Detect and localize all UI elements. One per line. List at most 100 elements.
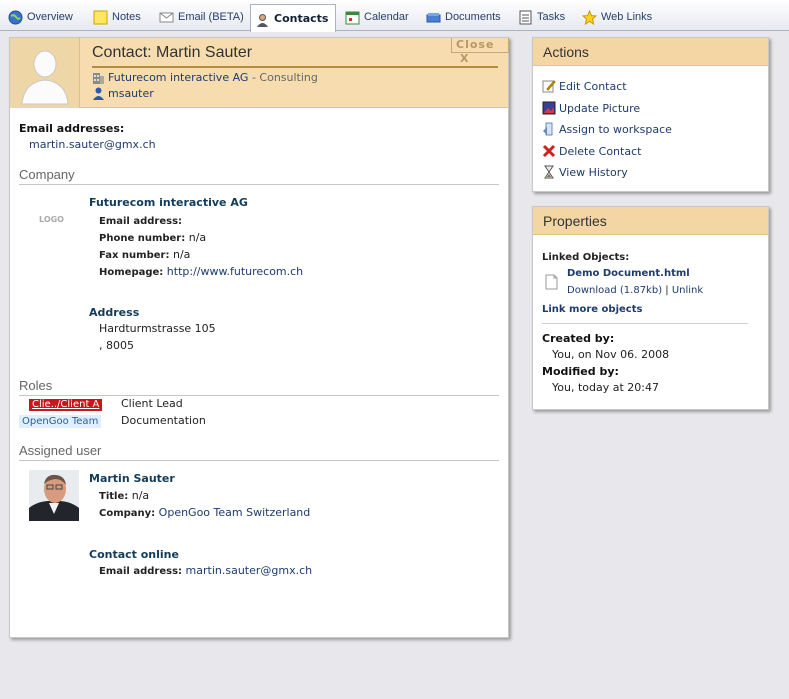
tab-label: Calendar	[364, 11, 409, 23]
company-homepage-link[interactable]: http://www.futurecom.ch	[167, 265, 303, 278]
action-label: Delete Contact	[559, 145, 642, 158]
role-client-lead: Client Lead	[121, 397, 183, 410]
company-logo: LOGO	[39, 215, 64, 224]
delete-contact-action[interactable]: Delete Contact	[542, 144, 642, 159]
assigned-user-company-label: Company:	[99, 508, 156, 519]
created-by-label: Created by:	[542, 332, 615, 345]
close-label: Close	[456, 38, 495, 51]
contact-header: Contact: Martin Sauter Close X Futurecom…	[10, 38, 509, 108]
tab-notes[interactable]: Notes	[89, 4, 149, 31]
documents-icon	[426, 9, 441, 24]
actions-title: Actions	[533, 38, 768, 66]
assigned-user-email-link[interactable]: martin.sauter@gmx.ch	[186, 564, 313, 577]
tab-overview[interactable]: Overview	[4, 4, 82, 31]
tab-web-links[interactable]: Web Links	[578, 4, 653, 31]
actions-panel: Actions Edit Contact Update Picture Assi…	[532, 37, 769, 192]
tab-email[interactable]: Email (BETA)	[155, 4, 245, 31]
assigned-user-company-link[interactable]: OpenGoo Team Switzerland	[159, 506, 311, 519]
building-icon	[92, 71, 105, 84]
assigned-user-title-label: Title:	[99, 491, 129, 502]
unlink-link[interactable]: Unlink	[672, 285, 703, 296]
close-icon: X	[460, 52, 470, 65]
company-phone-label: Phone number:	[99, 233, 186, 244]
tab-label: Notes	[112, 11, 141, 23]
star-icon	[581, 9, 598, 25]
picture-icon	[542, 101, 556, 115]
tab-label: Email (BETA)	[178, 11, 244, 23]
address-title: Address	[89, 306, 140, 319]
contact-panel: Contact: Martin Sauter Close X Futurecom…	[9, 37, 509, 638]
close-button[interactable]: Close X	[451, 38, 509, 65]
linked-document-link[interactable]: Demo Document.html	[567, 268, 690, 279]
edit-icon	[542, 79, 556, 93]
properties-title: Properties	[533, 207, 768, 235]
default-person-icon	[21, 50, 69, 105]
assigned-user-company-row: Company: OpenGoo Team Switzerland	[99, 506, 310, 519]
created-by-value: You, on Nov 06. 2008	[552, 348, 670, 361]
assigned-user-title-row: Title: n/a	[99, 489, 149, 502]
user-icon	[92, 87, 105, 100]
edit-contact-action[interactable]: Edit Contact	[542, 80, 627, 94]
tab-label: Overview	[27, 11, 73, 23]
globe-icon	[8, 9, 23, 25]
address-city-zip: , 8005	[99, 339, 134, 352]
tab-label: Contacts	[274, 12, 329, 25]
company-phone-row: Phone number: n/a	[99, 231, 206, 244]
role-tag-client[interactable]: Clie../Client A	[29, 399, 103, 411]
company-link[interactable]: Futurecom interactive AG	[108, 71, 248, 84]
tab-contacts[interactable]: Contacts	[250, 4, 336, 32]
assign-workspace-action[interactable]: Assign to workspace	[542, 122, 672, 137]
tab-documents[interactable]: Documents	[422, 4, 502, 31]
action-label: Edit Contact	[559, 80, 627, 93]
properties-panel: Properties Linked Objects: Demo Document…	[532, 206, 769, 410]
assigned-user-title-value: n/a	[131, 489, 150, 502]
calendar-icon	[345, 9, 360, 25]
assigned-user-name: Martin Sauter	[89, 472, 175, 485]
assigned-user-email-row: Email address: martin.sauter@gmx.ch	[99, 564, 312, 577]
tab-label: Tasks	[537, 11, 566, 23]
contact-user-line: msauter	[92, 87, 154, 101]
company-email-row: Email address:	[99, 214, 182, 227]
action-label: View History	[559, 166, 628, 179]
action-label: Assign to workspace	[559, 123, 672, 136]
contact-avatar	[10, 38, 80, 108]
hourglass-icon	[542, 165, 556, 179]
contact-company-line: Futurecom interactive AG - Consulting	[92, 71, 318, 85]
company-section-title: Company	[19, 167, 499, 185]
tab-label: Web Links	[601, 11, 653, 23]
address-street: Hardturmstrasse 105	[99, 322, 216, 335]
contacts-icon	[255, 11, 270, 27]
company-homepage-label: Homepage:	[99, 267, 164, 278]
contact-email-link[interactable]: martin.sauter@gmx.ch	[29, 138, 156, 151]
username-link[interactable]: msauter	[108, 87, 154, 100]
tab-tasks[interactable]: Tasks	[514, 4, 569, 31]
company-fax-row: Fax number: n/a	[99, 248, 190, 261]
linked-objects-label: Linked Objects:	[542, 252, 630, 263]
contact-title: Contact: Martin Sauter	[92, 44, 253, 61]
header-divider	[92, 66, 498, 68]
modified-by-label: Modified by:	[542, 365, 619, 378]
roles-section-title: Roles	[19, 378, 499, 396]
delete-icon	[542, 144, 556, 158]
company-email-label: Email address:	[99, 216, 183, 227]
tasks-icon	[518, 9, 533, 25]
linked-document-actions: Download (1.87kb) | Unlink	[567, 285, 703, 296]
assigned-user-section-title: Assigned user	[19, 443, 499, 461]
download-link[interactable]: Download (1.87kb)	[567, 285, 662, 296]
email-addresses-label: Email addresses:	[19, 122, 125, 135]
view-history-action[interactable]: View History	[542, 165, 628, 180]
properties-divider	[542, 323, 748, 324]
link-more-objects-link[interactable]: Link more objects	[542, 304, 642, 315]
company-fax-label: Fax number:	[99, 250, 170, 261]
role-tag-opengoo[interactable]: OpenGoo Team	[19, 415, 102, 428]
document-icon	[545, 274, 558, 293]
assigned-user-email-label: Email address:	[99, 566, 183, 577]
update-picture-action[interactable]: Update Picture	[542, 101, 640, 116]
department: - Consulting	[248, 71, 318, 84]
tab-calendar[interactable]: Calendar	[341, 4, 411, 31]
modified-by-value: You, today at 20:47	[552, 381, 659, 394]
link-separator: |	[662, 285, 672, 296]
email-icon	[159, 9, 174, 24]
module-tab-bar: Overview Notes Email (BETA) Contacts Cal…	[0, 0, 789, 32]
contact-online-title: Contact online	[89, 548, 179, 561]
